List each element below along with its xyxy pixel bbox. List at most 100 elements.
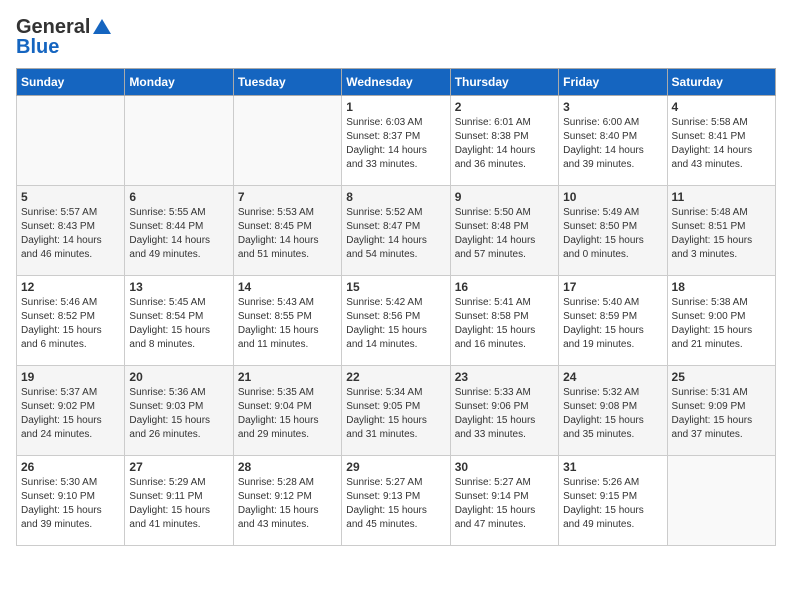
day-details: Sunrise: 5:49 AM Sunset: 8:50 PM Dayligh… — [563, 206, 662, 262]
day-number: 30 — [455, 460, 554, 474]
day-number: 1 — [346, 100, 445, 114]
days-header-row: SundayMondayTuesdayWednesdayThursdayFrid… — [17, 69, 776, 96]
day-cell-30: 30 Sunrise: 5:27 AM Sunset: 9:14 PM Dayli… — [450, 456, 558, 546]
empty-cell — [125, 96, 233, 186]
day-cell-28: 28 Sunrise: 5:28 AM Sunset: 9:12 PM Dayli… — [233, 456, 341, 546]
day-cell-1: 1 Sunrise: 6:03 AM Sunset: 8:37 PM Daylig… — [342, 96, 450, 186]
week-row-4: 19 Sunrise: 5:37 AM Sunset: 9:02 PM Dayli… — [17, 366, 776, 456]
day-number: 20 — [129, 370, 228, 384]
day-number: 27 — [129, 460, 228, 474]
day-details: Sunrise: 5:50 AM Sunset: 8:48 PM Dayligh… — [455, 206, 554, 262]
day-number: 18 — [672, 280, 771, 294]
day-number: 4 — [672, 100, 771, 114]
day-cell-16: 16 Sunrise: 5:41 AM Sunset: 8:58 PM Dayli… — [450, 276, 558, 366]
day-details: Sunrise: 5:31 AM Sunset: 9:09 PM Dayligh… — [672, 386, 771, 442]
day-cell-3: 3 Sunrise: 6:00 AM Sunset: 8:40 PM Daylig… — [559, 96, 667, 186]
day-number: 16 — [455, 280, 554, 294]
day-details: Sunrise: 5:27 AM Sunset: 9:13 PM Dayligh… — [346, 476, 445, 532]
day-details: Sunrise: 5:46 AM Sunset: 8:52 PM Dayligh… — [21, 296, 120, 352]
day-details: Sunrise: 5:55 AM Sunset: 8:44 PM Dayligh… — [129, 206, 228, 262]
day-details: Sunrise: 5:37 AM Sunset: 9:02 PM Dayligh… — [21, 386, 120, 442]
day-details: Sunrise: 5:29 AM Sunset: 9:11 PM Dayligh… — [129, 476, 228, 532]
day-number: 24 — [563, 370, 662, 384]
day-details: Sunrise: 6:01 AM Sunset: 8:38 PM Dayligh… — [455, 116, 554, 172]
day-details: Sunrise: 5:36 AM Sunset: 9:03 PM Dayligh… — [129, 386, 228, 442]
day-number: 11 — [672, 190, 771, 204]
day-header-monday: Monday — [125, 69, 233, 96]
day-details: Sunrise: 5:48 AM Sunset: 8:51 PM Dayligh… — [672, 206, 771, 262]
day-details: Sunrise: 5:34 AM Sunset: 9:05 PM Dayligh… — [346, 386, 445, 442]
day-number: 21 — [238, 370, 337, 384]
day-number: 6 — [129, 190, 228, 204]
day-header-tuesday: Tuesday — [233, 69, 341, 96]
day-details: Sunrise: 5:27 AM Sunset: 9:14 PM Dayligh… — [455, 476, 554, 532]
day-header-sunday: Sunday — [17, 69, 125, 96]
day-number: 14 — [238, 280, 337, 294]
day-cell-17: 17 Sunrise: 5:40 AM Sunset: 8:59 PM Dayli… — [559, 276, 667, 366]
day-details: Sunrise: 5:32 AM Sunset: 9:08 PM Dayligh… — [563, 386, 662, 442]
day-number: 25 — [672, 370, 771, 384]
day-cell-29: 29 Sunrise: 5:27 AM Sunset: 9:13 PM Dayli… — [342, 456, 450, 546]
day-number: 17 — [563, 280, 662, 294]
day-number: 12 — [21, 280, 120, 294]
day-details: Sunrise: 5:45 AM Sunset: 8:54 PM Dayligh… — [129, 296, 228, 352]
day-cell-2: 2 Sunrise: 6:01 AM Sunset: 8:38 PM Daylig… — [450, 96, 558, 186]
day-number: 2 — [455, 100, 554, 114]
day-details: Sunrise: 5:53 AM Sunset: 8:45 PM Dayligh… — [238, 206, 337, 262]
week-row-3: 12 Sunrise: 5:46 AM Sunset: 8:52 PM Dayli… — [17, 276, 776, 366]
day-number: 3 — [563, 100, 662, 114]
day-cell-27: 27 Sunrise: 5:29 AM Sunset: 9:11 PM Dayli… — [125, 456, 233, 546]
day-details: Sunrise: 5:30 AM Sunset: 9:10 PM Dayligh… — [21, 476, 120, 532]
day-number: 15 — [346, 280, 445, 294]
day-details: Sunrise: 5:43 AM Sunset: 8:55 PM Dayligh… — [238, 296, 337, 352]
week-row-2: 5 Sunrise: 5:57 AM Sunset: 8:43 PM Daylig… — [17, 186, 776, 276]
day-cell-12: 12 Sunrise: 5:46 AM Sunset: 8:52 PM Dayli… — [17, 276, 125, 366]
day-cell-10: 10 Sunrise: 5:49 AM Sunset: 8:50 PM Dayli… — [559, 186, 667, 276]
empty-cell — [667, 456, 775, 546]
day-number: 19 — [21, 370, 120, 384]
day-cell-7: 7 Sunrise: 5:53 AM Sunset: 8:45 PM Daylig… — [233, 186, 341, 276]
day-cell-6: 6 Sunrise: 5:55 AM Sunset: 8:44 PM Daylig… — [125, 186, 233, 276]
day-details: Sunrise: 6:00 AM Sunset: 8:40 PM Dayligh… — [563, 116, 662, 172]
day-number: 10 — [563, 190, 662, 204]
day-number: 5 — [21, 190, 120, 204]
day-details: Sunrise: 5:40 AM Sunset: 8:59 PM Dayligh… — [563, 296, 662, 352]
day-header-friday: Friday — [559, 69, 667, 96]
day-details: Sunrise: 5:42 AM Sunset: 8:56 PM Dayligh… — [346, 296, 445, 352]
day-number: 9 — [455, 190, 554, 204]
day-cell-8: 8Sunrise: 5:52 AM Sunset: 8:47 PM Daylig… — [342, 186, 450, 276]
day-cell-20: 20 Sunrise: 5:36 AM Sunset: 9:03 PM Dayli… — [125, 366, 233, 456]
day-cell-4: 4 Sunrise: 5:58 AM Sunset: 8:41 PM Daylig… — [667, 96, 775, 186]
day-number: 7 — [238, 190, 337, 204]
day-number: 29 — [346, 460, 445, 474]
day-cell-9: 9 Sunrise: 5:50 AM Sunset: 8:48 PM Daylig… — [450, 186, 558, 276]
day-cell-24: 24 Sunrise: 5:32 AM Sunset: 9:08 PM Dayli… — [559, 366, 667, 456]
page-header: General Blue — [16, 16, 776, 58]
day-details: Sunrise: 5:35 AM Sunset: 9:04 PM Dayligh… — [238, 386, 337, 442]
day-details: Sunrise: 6:03 AM Sunset: 8:37 PM Dayligh… — [346, 116, 445, 172]
day-cell-14: 14 Sunrise: 5:43 AM Sunset: 8:55 PM Dayli… — [233, 276, 341, 366]
day-details: Sunrise: 5:57 AM Sunset: 8:43 PM Dayligh… — [21, 206, 120, 262]
day-details: Sunrise: 5:26 AM Sunset: 9:15 PM Dayligh… — [563, 476, 662, 532]
day-details: Sunrise: 5:41 AM Sunset: 8:58 PM Dayligh… — [455, 296, 554, 352]
day-number: 8 — [346, 190, 445, 204]
day-number: 13 — [129, 280, 228, 294]
day-header-thursday: Thursday — [450, 69, 558, 96]
day-cell-22: 22Sunrise: 5:34 AM Sunset: 9:05 PM Dayli… — [342, 366, 450, 456]
day-cell-21: 21 Sunrise: 5:35 AM Sunset: 9:04 PM Dayli… — [233, 366, 341, 456]
day-cell-15: 15 Sunrise: 5:42 AM Sunset: 8:56 PM Dayli… — [342, 276, 450, 366]
day-details: Sunrise: 5:33 AM Sunset: 9:06 PM Dayligh… — [455, 386, 554, 442]
day-details: Sunrise: 5:38 AM Sunset: 9:00 PM Dayligh… — [672, 296, 771, 352]
day-cell-25: 25 Sunrise: 5:31 AM Sunset: 9:09 PM Dayli… — [667, 366, 775, 456]
day-cell-18: 18 Sunrise: 5:38 AM Sunset: 9:00 PM Dayli… — [667, 276, 775, 366]
day-cell-23: 23Sunrise: 5:33 AM Sunset: 9:06 PM Dayli… — [450, 366, 558, 456]
day-cell-19: 19 Sunrise: 5:37 AM Sunset: 9:02 PM Dayli… — [17, 366, 125, 456]
day-cell-5: 5 Sunrise: 5:57 AM Sunset: 8:43 PM Daylig… — [17, 186, 125, 276]
day-details: Sunrise: 5:28 AM Sunset: 9:12 PM Dayligh… — [238, 476, 337, 532]
day-details: Sunrise: 5:58 AM Sunset: 8:41 PM Dayligh… — [672, 116, 771, 172]
day-header-saturday: Saturday — [667, 69, 775, 96]
day-number: 28 — [238, 460, 337, 474]
day-cell-31: 31Sunrise: 5:26 AM Sunset: 9:15 PM Dayli… — [559, 456, 667, 546]
day-header-wednesday: Wednesday — [342, 69, 450, 96]
week-row-1: 1 Sunrise: 6:03 AM Sunset: 8:37 PM Daylig… — [17, 96, 776, 186]
